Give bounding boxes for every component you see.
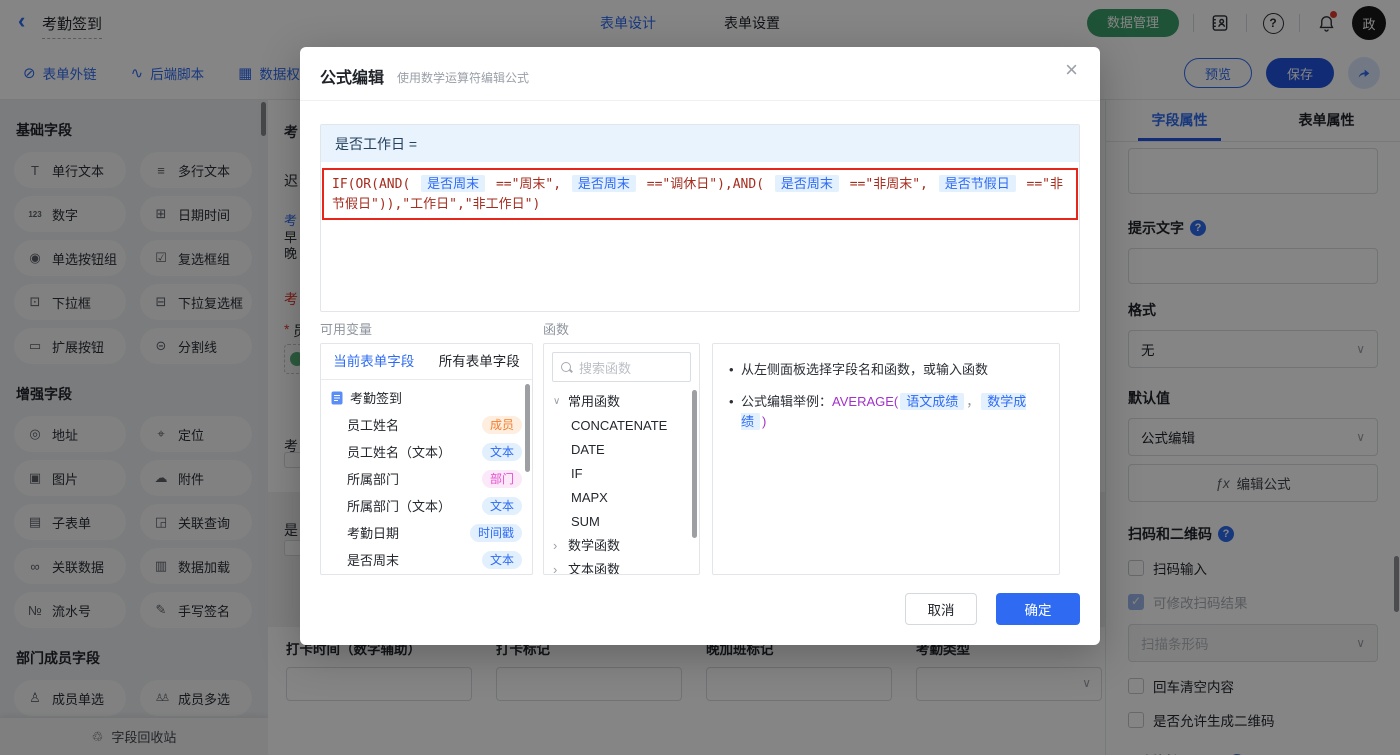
variable-name: 员工姓名（文本） xyxy=(347,445,452,460)
hint-panel: 从左侧面板选择字段名和函数，或输入函数 公式编辑举例：AVERAGE(语文成绩，… xyxy=(712,343,1060,575)
search-icon xyxy=(561,361,572,373)
modal-header-divider xyxy=(300,100,1100,101)
variable-name: 所属部门 xyxy=(347,472,400,487)
function-row[interactable]: IF xyxy=(544,462,699,486)
search-placeholder: 搜索函数 xyxy=(579,360,632,376)
hint-line-1: 从左侧面板选择字段名和函数，或输入函数 xyxy=(727,360,1045,380)
formula-editor-container: 是否工作日 = IF(OR(AND( 是否周末 =="周末", 是否周末 =="… xyxy=(320,124,1080,312)
modal-subtitle: 使用数学运算符编辑公式 xyxy=(397,71,530,85)
function-row[interactable]: 数学函数 xyxy=(544,534,699,558)
formula-token: =="调休日"),AND( xyxy=(646,177,765,192)
hint-function-name: AVERAGE( xyxy=(832,394,899,409)
variable-row[interactable]: 考勤日期 时间戳 xyxy=(321,519,532,546)
form-node-label: 考勤签到 xyxy=(350,391,403,406)
hint-line-2: 公式编辑举例：AVERAGE(语文成绩，数学成绩) xyxy=(727,392,1045,432)
variable-type-badge: 文本 xyxy=(481,442,522,461)
function-row[interactable]: CONCATENATE xyxy=(544,414,699,438)
formula-target-field: 是否工作日 = xyxy=(321,125,1079,162)
cancel-button[interactable]: 取消 xyxy=(905,593,977,625)
variable-row[interactable]: 员工姓名（文本） 文本 xyxy=(321,438,532,465)
variable-row[interactable]: 所属部门 部门 xyxy=(321,465,532,492)
hint-close-paren: ) xyxy=(762,414,767,429)
form-node[interactable]: 考勤签到 xyxy=(321,384,532,411)
field-chip: 语文成绩 xyxy=(900,393,965,410)
variables-scrollbar[interactable] xyxy=(525,384,530,472)
variable-name: 是否周末 xyxy=(347,553,400,568)
function-search-input[interactable]: 搜索函数 xyxy=(552,352,691,382)
functions-label: 函数 xyxy=(543,322,570,337)
close-icon[interactable]: × xyxy=(1065,59,1078,81)
formula-token: =="非周末", xyxy=(849,177,928,192)
variable-name: 所属部门（文本） xyxy=(347,499,452,514)
variable-name: 考勤日期 xyxy=(347,526,400,541)
variable-row[interactable]: 员工姓名 成员 xyxy=(321,411,532,438)
app-root: ‹ 考勤签到 表单设计 表单设置 数据管理 ? 政 ⊘ 表单外链 ∿ 后端脚本 … xyxy=(0,0,1400,755)
variable-name: 员工姓名 xyxy=(347,418,400,433)
variable-row[interactable]: 所属部门（文本） 文本 xyxy=(321,492,532,519)
formula-token: 是否节假日 xyxy=(938,175,1016,192)
confirm-button[interactable]: 确定 xyxy=(996,593,1080,625)
functions-scrollbar[interactable] xyxy=(692,390,697,538)
variable-type-badge: 成员 xyxy=(481,415,522,434)
variable-type-badge: 文本 xyxy=(481,550,522,569)
function-row[interactable]: DATE xyxy=(544,438,699,462)
variable-rows: 员工姓名 成员 员工姓名（文本） 文本 所属部门 部门 所属部门（文本） 文本 … xyxy=(321,411,532,574)
modal-title: 公式编辑 xyxy=(320,70,385,87)
function-row[interactable]: 文本函数 xyxy=(544,558,699,574)
hint-example-label: 公式编辑举例： xyxy=(741,394,833,409)
variables-tabs: 当前表单字段 所有表单字段 xyxy=(321,344,532,380)
variable-row[interactable]: 是否节假日 文本 xyxy=(321,573,532,574)
hint-separator: ， xyxy=(966,394,980,409)
formula-token: 是否周末 xyxy=(774,175,839,192)
variable-type-badge: 时间戳 xyxy=(469,523,522,542)
variables-tab[interactable]: 所有表单字段 xyxy=(427,344,533,379)
variable-type-badge: 文本 xyxy=(481,496,522,515)
formula-editor-modal: 公式编辑 使用数学运算符编辑公式 × 是否工作日 = IF(OR(AND( 是否… xyxy=(300,47,1100,645)
variables-panel: 当前表单字段 所有表单字段 考勤签到 员工姓名 成员 员工姓名（文本） 文本 所… xyxy=(320,343,533,575)
function-row[interactable]: 常用函数 xyxy=(544,390,699,414)
variables-label: 可用变量 xyxy=(320,322,373,337)
function-row[interactable]: SUM xyxy=(544,510,699,534)
formula-input-area[interactable]: IF(OR(AND( 是否周末 =="周末", 是否周末 =="调休日"),AN… xyxy=(322,168,1078,220)
function-row[interactable]: MAPX xyxy=(544,486,699,510)
document-icon xyxy=(331,391,343,404)
variable-row[interactable]: 是否周末 文本 xyxy=(321,546,532,573)
formula-token: 是否周末 xyxy=(571,175,636,192)
function-rows: 常用函数 CONCATENATE DATE IF MAPX SUM 数学函数 文… xyxy=(544,390,699,574)
formula-token: =="周末", xyxy=(495,177,562,192)
variables-tab[interactable]: 当前表单字段 xyxy=(321,344,427,379)
formula-token: IF(OR(AND( xyxy=(332,177,411,192)
functions-panel: 搜索函数 常用函数 CONCATENATE DATE IF MAPX SUM 数… xyxy=(543,343,700,575)
formula-token: 是否周末 xyxy=(421,175,486,192)
variable-type-badge: 部门 xyxy=(481,469,522,488)
